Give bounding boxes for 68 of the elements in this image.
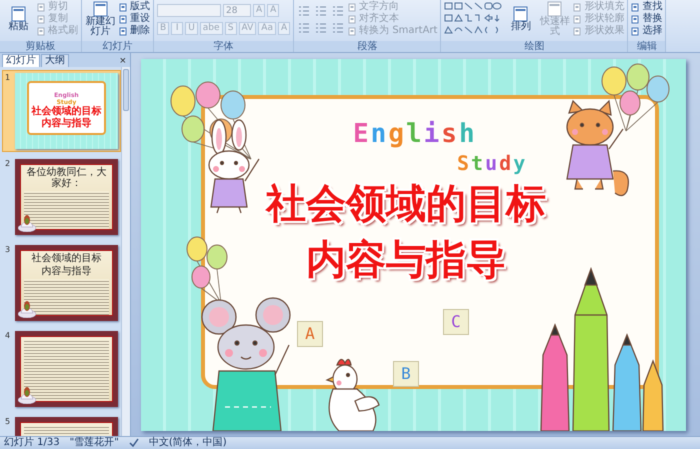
lotus-drawing	[18, 212, 36, 232]
slide-title: 社会领域的目标	[266, 181, 546, 227]
slide-word: English	[353, 119, 477, 149]
scroll-bar[interactable]	[121, 67, 130, 436]
letter-block: C	[443, 309, 469, 335]
slide-number: 1	[5, 73, 12, 84]
group-label: 字体	[154, 41, 294, 52]
thumbnail-text: 内容与指导	[41, 266, 92, 277]
ribbon-button[interactable]: 粘贴	[3, 6, 34, 32]
lotus-drawing	[18, 384, 36, 404]
document-icon	[512, 6, 529, 22]
slide-number: 3	[5, 245, 12, 256]
document-icon	[37, 14, 46, 24]
list-icon[interactable]	[331, 4, 346, 18]
list-icon[interactable]	[297, 21, 312, 35]
document-icon	[119, 26, 128, 36]
theme-name: "雪莲花开"	[70, 437, 119, 449]
lotus-drawing	[18, 298, 36, 318]
slide-number: 4	[5, 331, 12, 342]
document-icon	[348, 26, 358, 36]
group-label: 段落	[294, 41, 440, 52]
document-icon	[10, 6, 26, 22]
thumbnail-title: 社会领域的目标	[31, 106, 102, 117]
document-icon	[92, 1, 108, 17]
slide-word: Study	[457, 151, 528, 175]
document-icon	[573, 14, 582, 24]
group-label: 剪贴板	[0, 41, 81, 52]
document-icon	[37, 2, 46, 12]
language-label: 中文(简体，中国)	[148, 437, 227, 449]
group-label: 幻灯片	[82, 41, 153, 52]
list-icon[interactable]	[314, 21, 328, 35]
document-icon	[348, 2, 358, 12]
document-icon	[119, 14, 128, 24]
close-button[interactable]: ×	[116, 55, 130, 67]
ribbon-button[interactable]: 版式	[119, 1, 150, 13]
ribbon-button[interactable]: 删除	[119, 25, 150, 37]
list-icon[interactable]	[297, 4, 312, 18]
thumbnail-text: 社会领域的目标	[31, 253, 102, 264]
letter-block: B	[393, 361, 419, 387]
document-icon	[631, 2, 640, 12]
document-icon	[119, 2, 128, 12]
panel-tab[interactable]: 大纲	[41, 54, 69, 67]
group-label: 编辑	[628, 41, 666, 52]
check-icon	[128, 438, 139, 448]
ribbon-button[interactable]: 排列	[505, 6, 536, 32]
group-label: 绘图	[441, 41, 628, 52]
list-icon[interactable]	[331, 21, 346, 35]
letter-block: A	[297, 321, 323, 347]
ribbon-button[interactable]: 查找	[631, 1, 662, 13]
ribbon-button[interactable]: 选择	[631, 25, 662, 37]
thumbnail-text: 各位幼教同仁，大家好：	[25, 167, 108, 189]
document-icon	[573, 26, 582, 36]
document-icon	[631, 26, 640, 36]
slide-counter: 幻灯片 1/33	[4, 437, 60, 449]
document-icon	[573, 2, 582, 12]
document-icon	[631, 14, 640, 24]
document-icon	[546, 1, 563, 17]
slide-number: 2	[5, 159, 12, 170]
slide-title: 内容与指导	[306, 237, 506, 283]
document-icon	[37, 26, 46, 36]
panel-tab[interactable]: 幻灯片	[2, 54, 40, 67]
slide-number: 5	[5, 417, 12, 428]
list-icon[interactable]	[314, 4, 328, 18]
thumbnail-title: 内容与指导	[41, 118, 92, 130]
document-icon	[348, 14, 358, 24]
ribbon-button[interactable]: 新建幻灯片	[85, 1, 116, 37]
ribbon-button[interactable]: 重设	[119, 13, 150, 25]
ribbon-button[interactable]: 替换	[631, 13, 662, 25]
